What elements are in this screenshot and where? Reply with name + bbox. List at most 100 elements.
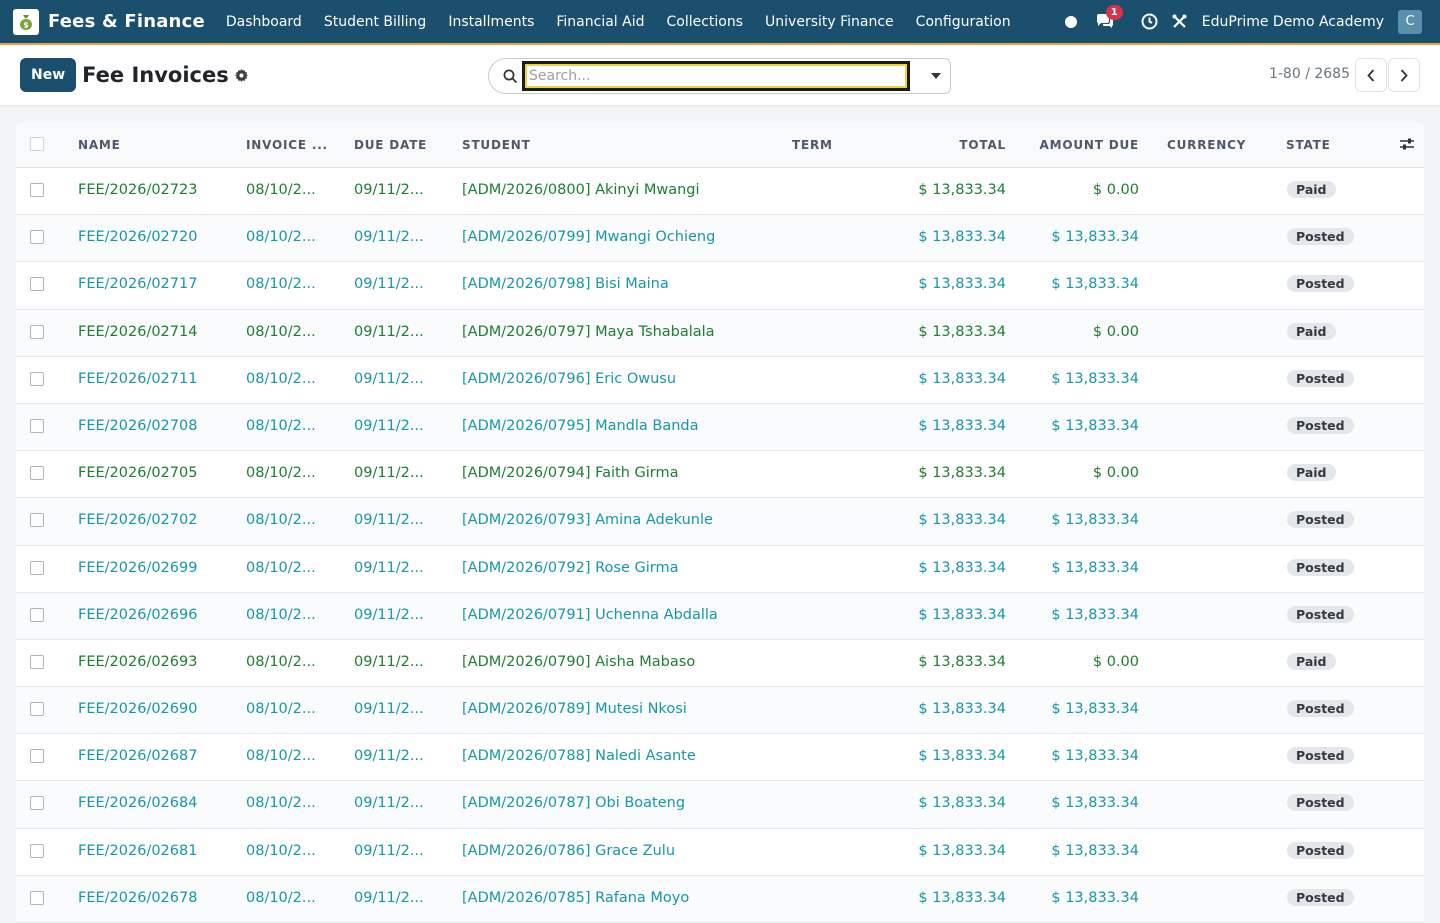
cell-due-date: 09/11/2... xyxy=(354,417,424,434)
money-bag-icon[interactable]: $ xyxy=(13,8,39,35)
row-checkbox[interactable] xyxy=(30,654,44,669)
page-title[interactable]: Fee Invoices xyxy=(82,63,229,87)
status-badge: Posted xyxy=(1287,700,1354,718)
new-button[interactable]: New xyxy=(20,58,77,92)
row-checkbox[interactable] xyxy=(30,277,44,292)
row-checkbox[interactable] xyxy=(30,183,44,197)
cell-name: FEE/2026/02684 xyxy=(78,795,198,812)
table-row[interactable]: FEE/2026/02696 08/10/2... 09/11/2... [AD… xyxy=(16,592,1424,640)
table-row[interactable]: FEE/2026/02681 08/10/2... 09/11/2... [AD… xyxy=(16,829,1424,876)
cell-amount-due: $ 13,833.34 xyxy=(1051,276,1139,293)
row-checkbox[interactable] xyxy=(30,843,44,858)
table-body: FEE/2026/02723 08/10/2... 09/11/2... [AD… xyxy=(16,168,1424,923)
pager-next-button[interactable] xyxy=(1388,58,1420,92)
cell-invoice-date: 08/10/2... xyxy=(246,795,316,812)
cell-amount-due: $ 13,833.34 xyxy=(1051,370,1139,387)
cell-student: [ADM/2026/0791] Uchenna Abdalla xyxy=(462,606,718,623)
select-all-checkbox[interactable] xyxy=(30,137,44,151)
table-row[interactable]: FEE/2026/02702 08/10/2... 09/11/2... [AD… xyxy=(16,498,1424,546)
cell-amount-due: $ 13,833.34 xyxy=(1051,748,1139,765)
header-term[interactable]: TERM xyxy=(792,138,833,152)
header-due-date[interactable]: DUE DATE xyxy=(354,138,427,152)
column-settings-icon[interactable] xyxy=(1399,137,1415,155)
table-row[interactable]: FEE/2026/02699 08/10/2... 09/11/2... [AD… xyxy=(16,546,1424,593)
search-bar xyxy=(488,58,922,94)
menu-configuration[interactable]: Configuration xyxy=(905,14,1022,30)
status-badge: Posted xyxy=(1287,747,1354,765)
row-checkbox[interactable] xyxy=(30,371,44,386)
header-name[interactable]: NAME xyxy=(78,138,121,152)
table-row[interactable]: FEE/2026/02720 08/10/2... 09/11/2... [AD… xyxy=(16,215,1424,263)
status-badge: Paid xyxy=(1287,464,1336,482)
search-options-toggle[interactable] xyxy=(921,58,951,94)
search-input[interactable] xyxy=(522,61,910,91)
gear-icon[interactable] xyxy=(234,68,248,86)
menu-collections[interactable]: Collections xyxy=(655,14,754,30)
header-currency[interactable]: CURRENCY xyxy=(1167,138,1246,152)
header-total[interactable]: TOTAL xyxy=(959,138,1006,152)
header-amount-due[interactable]: AMOUNT DUE xyxy=(1040,138,1139,152)
menu-financial-aid[interactable]: Financial Aid xyxy=(545,14,655,30)
avatar[interactable]: C xyxy=(1398,9,1422,34)
table-row[interactable]: FEE/2026/02690 08/10/2... 09/11/2... [AD… xyxy=(16,687,1424,735)
cell-due-date: 09/11/2... xyxy=(354,748,424,765)
app-brand[interactable]: Fees & Finance xyxy=(48,11,205,32)
row-checkbox[interactable] xyxy=(30,560,44,575)
row-checkbox[interactable] xyxy=(30,890,44,905)
row-checkbox[interactable] xyxy=(30,466,44,481)
table-row[interactable]: FEE/2026/02693 08/10/2... 09/11/2... [AD… xyxy=(16,640,1424,688)
cell-invoice-date: 08/10/2... xyxy=(246,323,316,340)
tools-icon[interactable] xyxy=(1170,12,1190,32)
cell-due-date: 09/11/2... xyxy=(354,229,424,246)
cell-name: FEE/2026/02711 xyxy=(78,370,198,387)
cell-amount-due: $ 13,833.34 xyxy=(1051,889,1139,906)
cell-due-date: 09/11/2... xyxy=(354,276,424,293)
menu-installments[interactable]: Installments xyxy=(437,14,545,30)
table-row[interactable]: FEE/2026/02714 08/10/2... 09/11/2... [AD… xyxy=(16,309,1424,357)
row-checkbox[interactable] xyxy=(30,324,44,339)
table-row[interactable]: FEE/2026/02711 08/10/2... 09/11/2... [AD… xyxy=(16,357,1424,404)
header-student[interactable]: STUDENT xyxy=(462,138,531,152)
cell-name: FEE/2026/02705 xyxy=(78,465,198,482)
cell-student: [ADM/2026/0797] Maya Tshabalala xyxy=(462,323,715,340)
cell-total: $ 13,833.34 xyxy=(918,229,1006,246)
row-checkbox[interactable] xyxy=(30,607,44,622)
row-checkbox[interactable] xyxy=(30,418,44,433)
table-row[interactable]: FEE/2026/02708 08/10/2... 09/11/2... [AD… xyxy=(16,403,1424,452)
menu-student-billing[interactable]: Student Billing xyxy=(313,14,437,30)
cell-amount-due: $ 13,833.34 xyxy=(1051,559,1139,576)
cell-total: $ 13,833.34 xyxy=(918,653,1006,670)
cell-student: [ADM/2026/0786] Grace Zulu xyxy=(462,842,676,859)
menu-university-finance[interactable]: University Finance xyxy=(754,14,905,30)
status-badge: Paid xyxy=(1287,322,1336,340)
table-row[interactable]: FEE/2026/02687 08/10/2... 09/11/2... [AD… xyxy=(16,734,1424,782)
cell-invoice-date: 08/10/2... xyxy=(246,653,316,670)
status-dot-icon[interactable] xyxy=(1064,15,1077,28)
pager-value[interactable]: 1-80 / 2685 xyxy=(1269,66,1350,82)
row-checkbox[interactable] xyxy=(30,796,44,811)
clock-icon[interactable] xyxy=(1140,12,1160,32)
cell-invoice-date: 08/10/2... xyxy=(246,182,316,198)
chat-icon[interactable]: 1 xyxy=(1095,4,1123,32)
menu-dashboard[interactable]: Dashboard xyxy=(215,14,313,30)
row-checkbox[interactable] xyxy=(30,230,44,245)
cell-invoice-date: 08/10/2... xyxy=(246,701,316,718)
row-checkbox[interactable] xyxy=(30,702,44,717)
header-state[interactable]: STATE xyxy=(1286,138,1331,152)
header-invoice-date[interactable]: INVOICE ... xyxy=(246,138,328,152)
table-row[interactable]: FEE/2026/02684 08/10/2... 09/11/2... [AD… xyxy=(16,781,1424,829)
pager-previous-button[interactable] xyxy=(1355,58,1387,92)
company-name[interactable]: EduPrime Demo Academy xyxy=(1202,14,1384,30)
cell-invoice-date: 08/10/2... xyxy=(246,229,316,246)
row-checkbox[interactable] xyxy=(30,513,44,528)
table-row[interactable]: FEE/2026/02705 08/10/2... 09/11/2... [AD… xyxy=(16,451,1424,499)
table-row[interactable]: FEE/2026/02717 08/10/2... 09/11/2... [AD… xyxy=(16,262,1424,310)
cell-name: FEE/2026/02708 xyxy=(78,417,198,434)
cell-student: [ADM/2026/0790] Aisha Mabaso xyxy=(462,653,696,670)
cell-amount-due: $ 0.00 xyxy=(1092,465,1139,482)
table-row[interactable]: FEE/2026/02678 08/10/2... 09/11/2... [AD… xyxy=(16,875,1424,923)
table-row[interactable]: FEE/2026/02723 08/10/2... 09/11/2... [AD… xyxy=(16,168,1424,216)
row-checkbox[interactable] xyxy=(30,749,44,764)
cell-name: FEE/2026/02693 xyxy=(78,653,198,670)
cell-name: FEE/2026/02696 xyxy=(78,606,198,623)
